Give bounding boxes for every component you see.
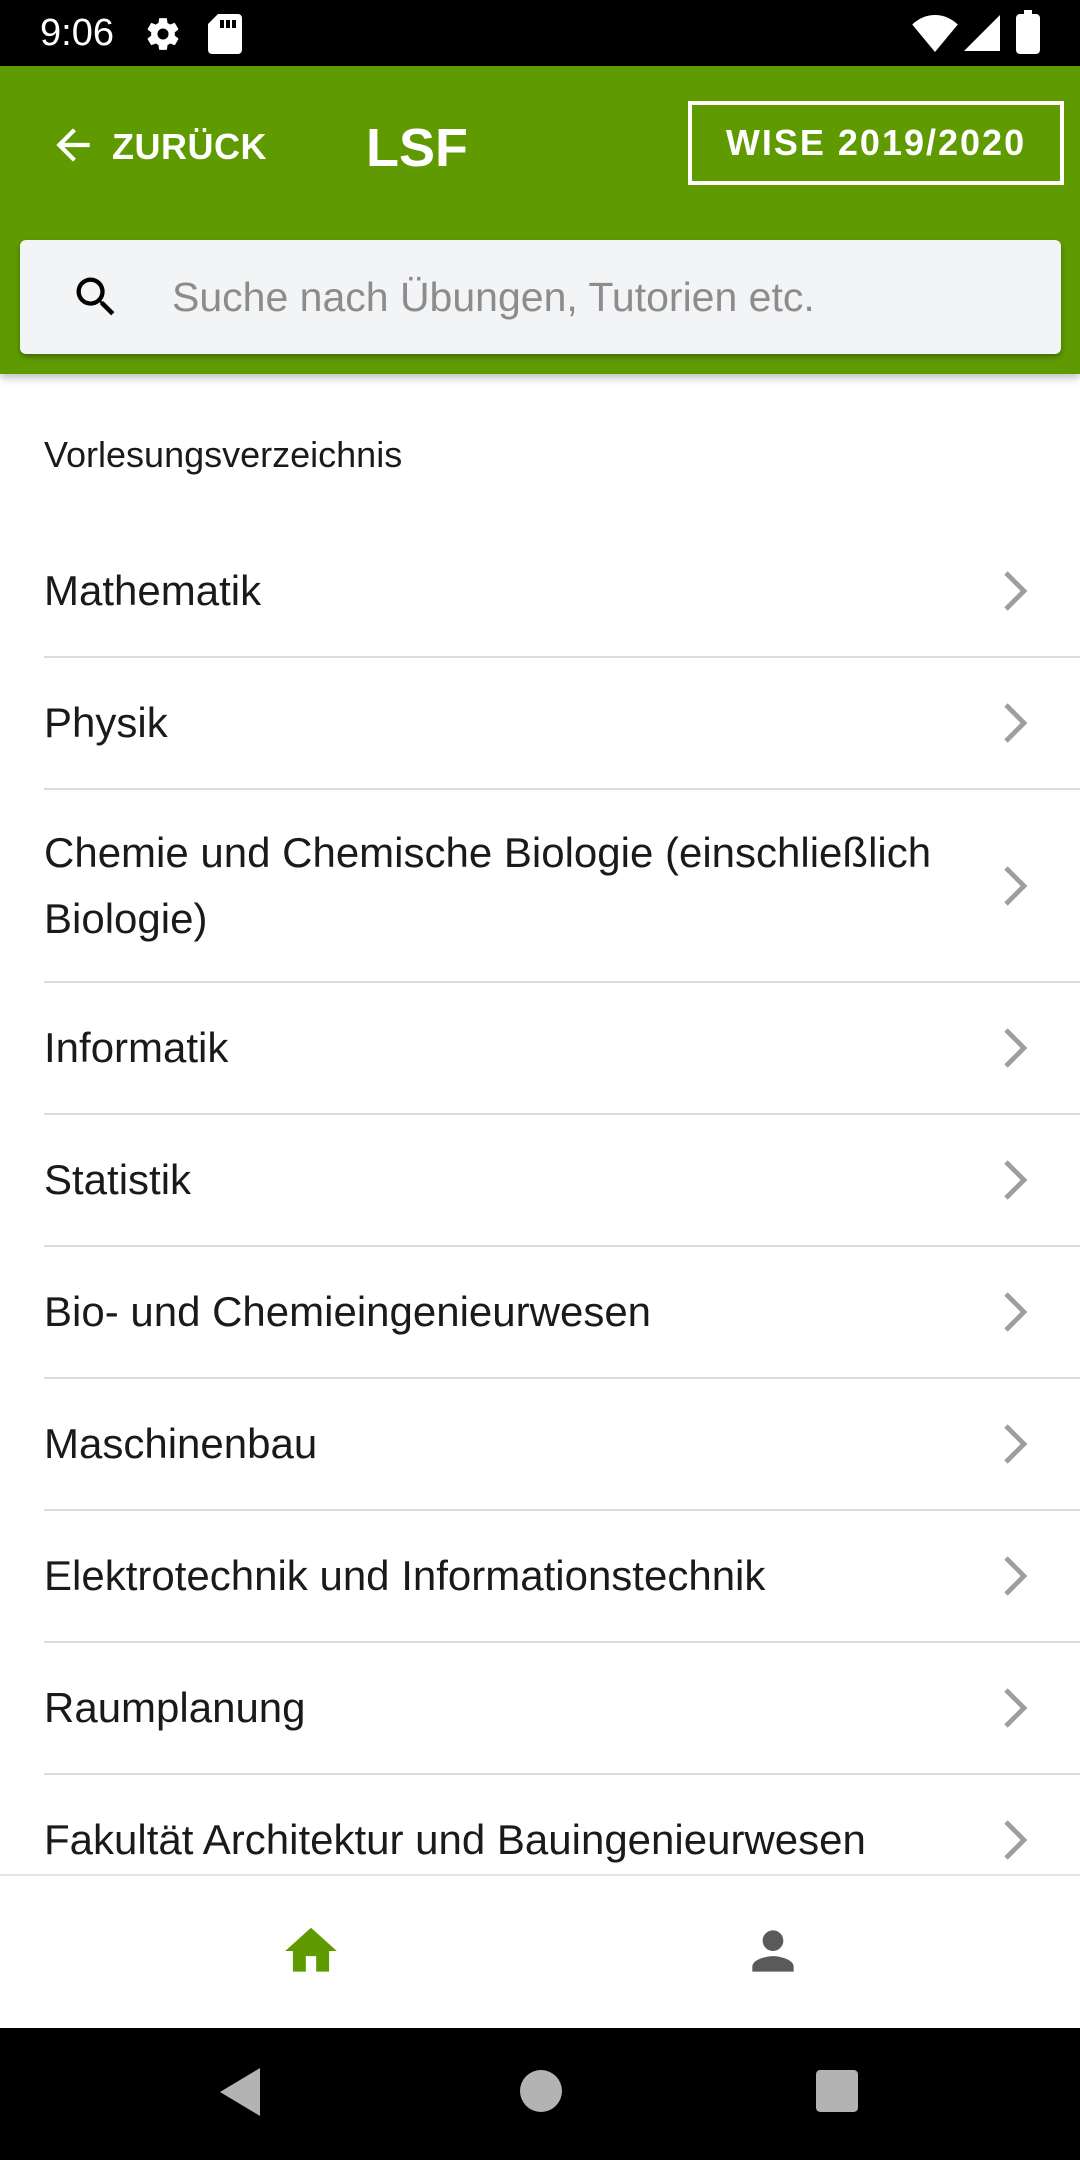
back-triangle-icon[interactable] [216, 2064, 264, 2125]
search-icon [70, 271, 122, 328]
list-item-label: Raumplanung [44, 1684, 306, 1731]
status-time: 9:06 [40, 12, 114, 54]
app-bar: ZURÜCK LSF WISE 2019/2020 [0, 66, 1080, 374]
nav-home[interactable] [41, 1876, 581, 2030]
home-circle-icon[interactable] [520, 2070, 562, 2117]
chevron-right-icon [1002, 1158, 1030, 1207]
chevron-right-icon [1002, 1422, 1030, 1471]
page-title: LSF [366, 118, 468, 178]
list-item-label: Maschinenbau [44, 1420, 318, 1467]
faculty-list: Mathematik Physik Chemie und Chemische B… [0, 526, 1080, 1874]
list-item[interactable]: Elektrotechnik und Informationstechnik [44, 1511, 1080, 1643]
list-item-label: Mathematik [44, 567, 262, 614]
person-icon [742, 1920, 804, 1987]
list-item[interactable]: Chemie und Chemische Biologie (einschlie… [44, 790, 1080, 983]
list-item[interactable]: Maschinenbau [44, 1379, 1080, 1511]
list-item-label: Bio- und Chemieingenieurwesen [44, 1288, 652, 1335]
back-button-label: ZURÜCK [112, 126, 267, 167]
chevron-right-icon [1002, 1290, 1030, 1339]
signal-icon [964, 14, 1000, 57]
nav-profile[interactable] [503, 1876, 1043, 2030]
list-item-label: Chemie und Chemische Biologie (einschlie… [44, 828, 932, 942]
list-item-label: Elektrotechnik und Informationstechnik [44, 1552, 766, 1599]
search-bar[interactable] [20, 240, 1061, 354]
chevron-right-icon [1002, 701, 1030, 750]
course-catalog: Vorlesungsverzeichnis Mathematik Physik … [0, 374, 1080, 1874]
chevron-right-icon [1002, 1554, 1030, 1603]
system-navigation-bar [0, 2028, 1080, 2160]
chevron-right-icon [1002, 1026, 1030, 1075]
section-title: Vorlesungsverzeichnis [44, 434, 403, 475]
arrow-back-icon [48, 120, 98, 175]
chevron-right-icon [1002, 1686, 1030, 1735]
settings-icon [144, 15, 182, 58]
list-item[interactable]: Mathematik [44, 526, 1080, 658]
search-input[interactable] [170, 258, 1030, 336]
wifi-icon [912, 14, 958, 57]
list-item[interactable]: Physik [44, 658, 1080, 790]
list-item[interactable]: Bio- und Chemieingenieurwesen [44, 1247, 1080, 1379]
list-item[interactable]: Raumplanung [44, 1643, 1080, 1775]
bottom-navigation [0, 1874, 1080, 2028]
chevron-right-icon [1002, 864, 1030, 913]
battery-icon [1016, 10, 1040, 59]
list-item-label: Statistik [44, 1156, 192, 1203]
list-item[interactable]: Statistik [44, 1115, 1080, 1247]
back-button[interactable]: ZURÜCK [48, 112, 267, 182]
list-item[interactable]: Informatik [44, 983, 1080, 1115]
list-item-label: Fakultät Architektur und Bauingenieurwes… [44, 1816, 866, 1863]
chevron-right-icon [1002, 1818, 1030, 1867]
status-bar: 9:06 [0, 0, 1080, 66]
list-item-label: Physik [44, 699, 168, 746]
semester-selector-button[interactable]: WISE 2019/2020 [688, 101, 1064, 185]
chevron-right-icon [1002, 569, 1030, 618]
home-icon [280, 1920, 342, 1987]
list-item[interactable]: Fakultät Architektur und Bauingenieurwes… [44, 1775, 1080, 1874]
sd-card-icon [208, 14, 242, 59]
recents-square-icon[interactable] [816, 2070, 858, 2117]
list-item-label: Informatik [44, 1024, 229, 1071]
